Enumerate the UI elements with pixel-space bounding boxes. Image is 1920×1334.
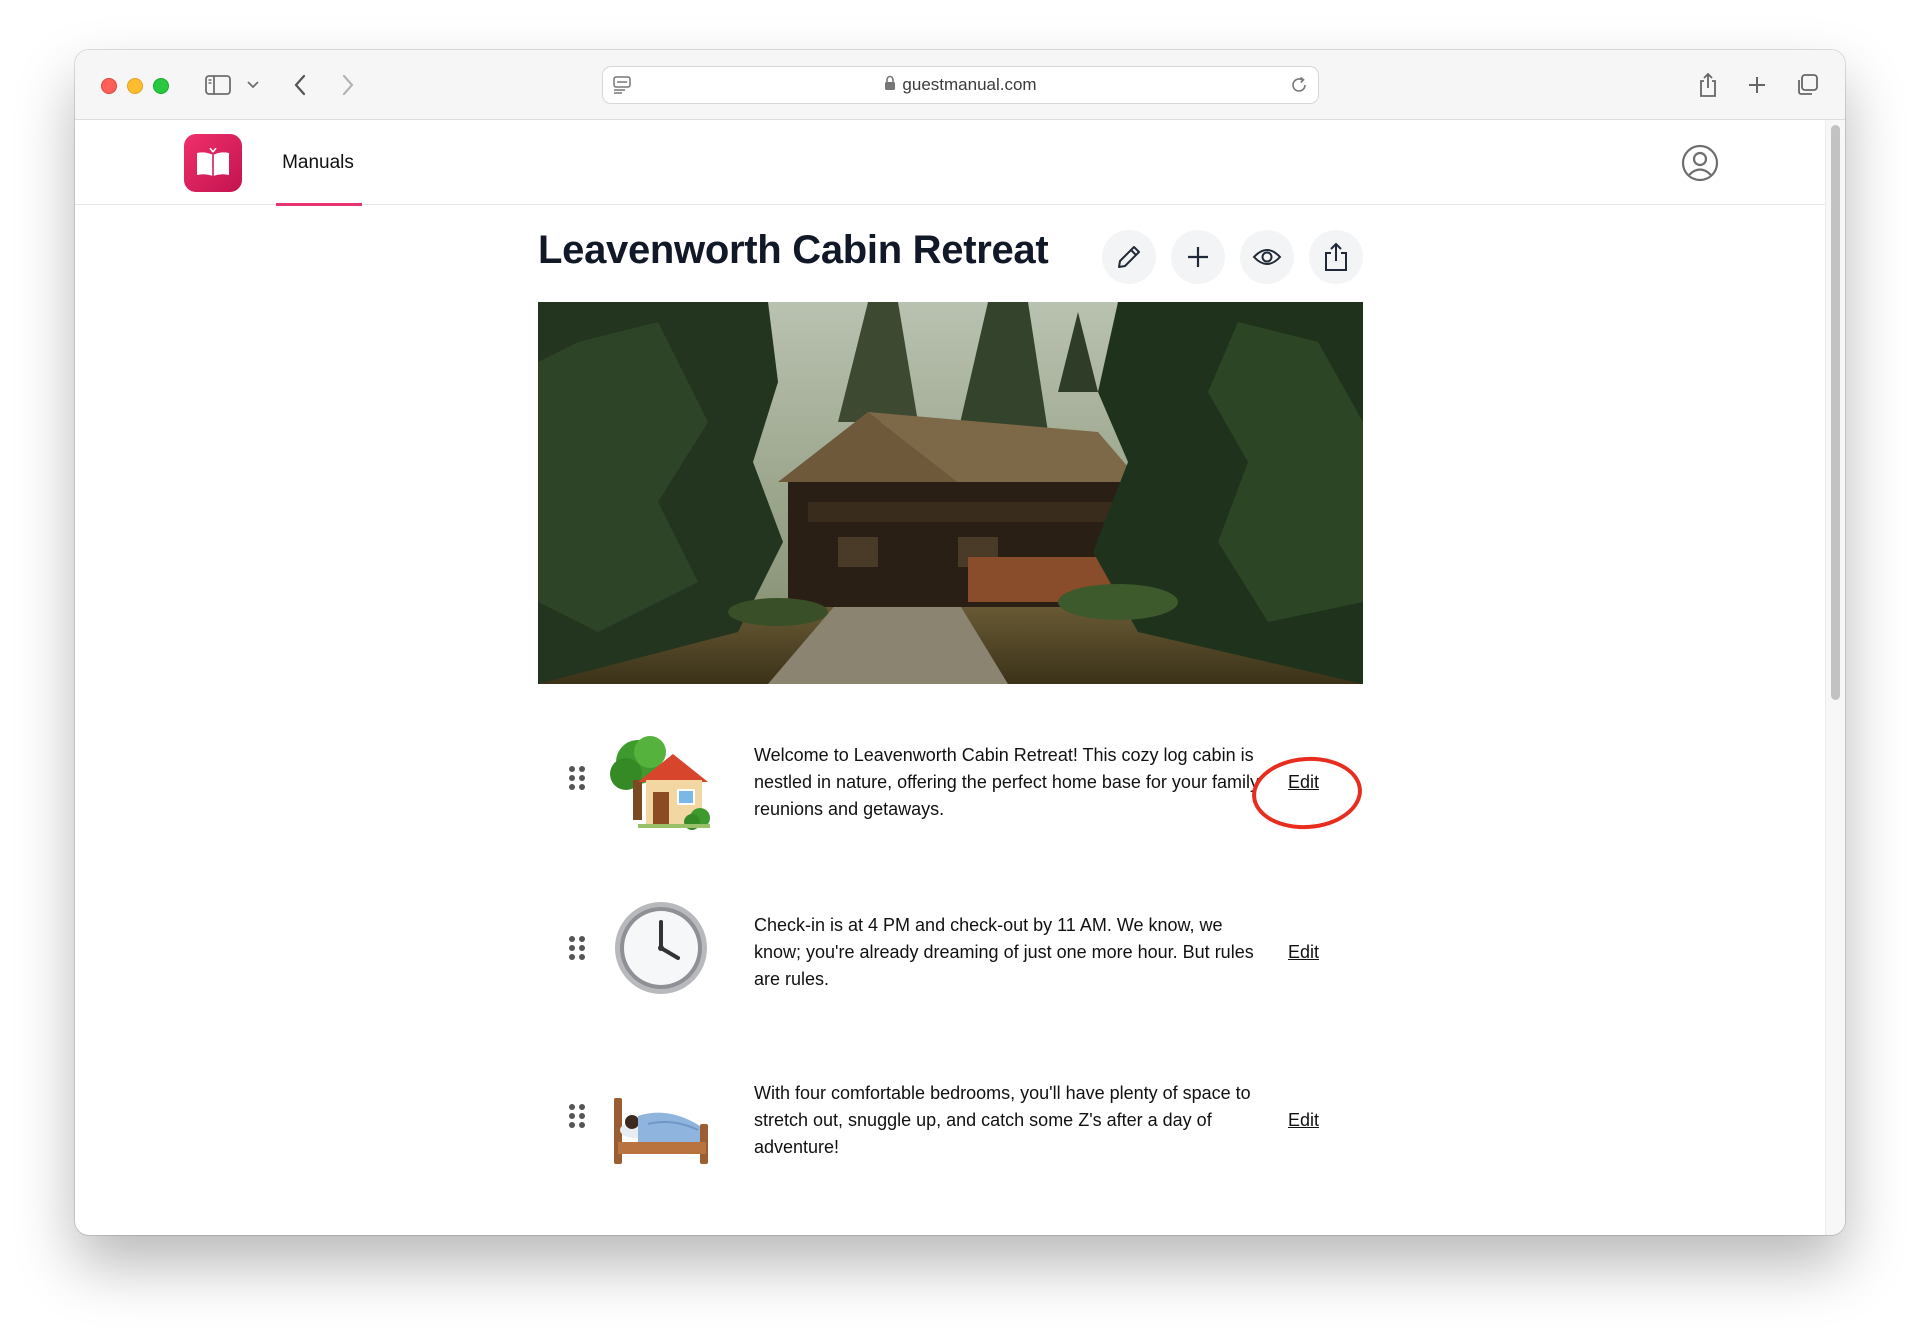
zoom-window-button[interactable] — [153, 78, 169, 94]
close-window-button[interactable] — [101, 78, 117, 94]
preview-button[interactable] — [1240, 230, 1294, 284]
page-menu-icon[interactable] — [613, 76, 631, 99]
app-header: Manuals — [75, 120, 1825, 206]
edit-link[interactable]: Edit — [1288, 1110, 1319, 1131]
app-logo[interactable] — [184, 134, 242, 192]
share-icon — [1325, 242, 1347, 271]
clock-icon — [608, 900, 714, 1006]
item-description: Welcome to Leavenworth Cabin Retreat! Th… — [754, 745, 1259, 819]
share-manual-button[interactable] — [1309, 230, 1363, 284]
back-icon[interactable] — [287, 70, 313, 100]
bed-icon — [608, 1068, 714, 1174]
list-item: Welcome to Leavenworth Cabin Retreat! Th… — [538, 730, 1363, 840]
sidebar-toggle-icon[interactable] — [203, 70, 233, 100]
lock-icon — [884, 75, 896, 96]
new-tab-icon[interactable] — [1745, 70, 1769, 100]
tab-overview-icon[interactable] — [1794, 70, 1820, 100]
pencil-icon — [1118, 246, 1140, 268]
reload-icon[interactable] — [1290, 76, 1308, 99]
plus-icon — [1188, 247, 1208, 267]
eye-icon — [1252, 249, 1282, 265]
add-section-button[interactable] — [1171, 230, 1225, 284]
drag-handle-icon[interactable] — [568, 765, 586, 791]
list-item: With four comfortable bedrooms, you'll h… — [538, 1068, 1363, 1178]
browser-toolbar: guestmanual.com — [75, 50, 1845, 120]
scrollbar-thumb[interactable] — [1831, 125, 1840, 700]
forward-icon[interactable] — [335, 70, 361, 100]
item-description: Check-in is at 4 PM and check-out by 11 … — [754, 915, 1254, 989]
user-profile-icon[interactable] — [1681, 144, 1719, 182]
drag-handle-icon[interactable] — [568, 935, 586, 961]
edit-link[interactable]: Edit — [1288, 942, 1319, 963]
page-title: Leavenworth Cabin Retreat — [538, 228, 1049, 272]
item-description: With four comfortable bedrooms, you'll h… — [754, 1083, 1251, 1157]
browser-window: guestmanual.com Manuals Leavenworth Cabi… — [75, 50, 1845, 1235]
cover-image-cabin[interactable] — [538, 302, 1363, 684]
house-with-tree-icon — [608, 730, 714, 836]
address-bar[interactable]: guestmanual.com — [602, 66, 1319, 104]
list-item: Check-in is at 4 PM and check-out by 11 … — [538, 900, 1363, 1010]
minimize-window-button[interactable] — [127, 78, 143, 94]
drag-handle-icon[interactable] — [568, 1103, 586, 1129]
open-book-icon — [197, 148, 229, 176]
chevron-down-icon[interactable] — [245, 70, 261, 100]
active-tab-indicator — [276, 203, 362, 206]
url-text: guestmanual.com — [902, 75, 1037, 94]
share-icon[interactable] — [1696, 70, 1720, 100]
nav-tab-manuals[interactable]: Manuals — [275, 120, 361, 205]
edit-title-button[interactable] — [1102, 230, 1156, 284]
